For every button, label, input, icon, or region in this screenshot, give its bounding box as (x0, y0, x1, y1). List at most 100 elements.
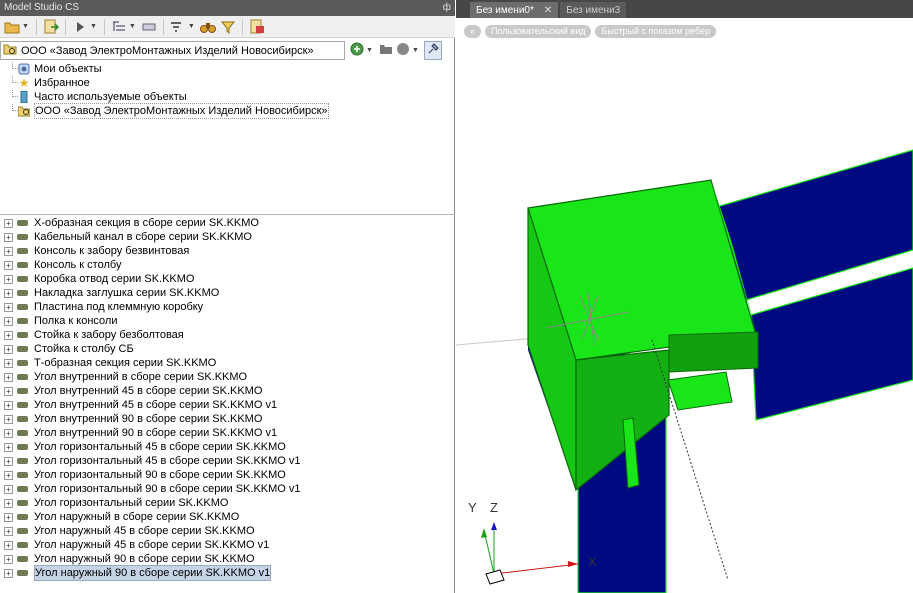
list-item[interactable]: + Угол горизонтальный 90 в сборе серии SK… (4, 468, 452, 482)
toolbar-separator (103, 18, 105, 35)
expand-icon[interactable]: + (4, 358, 13, 368)
cable-tray-icon (16, 373, 30, 382)
custom-view-button[interactable]: Пользовательский вид (485, 24, 592, 38)
list-item[interactable]: + Накладка заглушка серии SK.KKMO (4, 286, 452, 300)
list-item[interactable]: + Угол горизонтальный 45 в сборе серии SK… (4, 454, 452, 468)
expand-icon[interactable]: + (4, 484, 13, 494)
funnel-icon[interactable] (219, 18, 237, 36)
expand-icon[interactable]: + (4, 302, 13, 312)
list-item[interactable]: + Угол горизонтальный 45 в сборе серии SK… (4, 440, 452, 454)
toolbar-separator (64, 18, 66, 35)
list-item-label: Угол внутренний 45 в сборе серии SK.KKMO… (34, 399, 278, 411)
list-item[interactable]: + Кабельный канал в сборе серии SK.KKMO (4, 230, 452, 244)
cable-tray-icon (16, 471, 30, 480)
import-icon[interactable] (42, 18, 60, 36)
dropdown-arrow-icon[interactable]: ▼ (412, 47, 419, 54)
path-bar: ООО «Завод ЭлектроМонтажных Изделий Ново… (0, 41, 455, 60)
list-item[interactable]: + Угол внутренний 45 в сборе серии SK.KKM… (4, 398, 452, 412)
list-item[interactable]: + Угол внутренний 45 в сборе серии SK.KKM… (4, 384, 452, 398)
list-item[interactable]: + Т-образная секция серии SK.KKMO (4, 356, 452, 370)
expand-icon[interactable]: + (4, 442, 13, 452)
expand-icon[interactable]: + (4, 316, 13, 326)
expand-icon[interactable]: + (4, 512, 13, 522)
expand-icon[interactable]: + (4, 260, 13, 270)
tree-node-favorites[interactable]: ★ Избранное (4, 76, 444, 90)
expand-icon[interactable]: + (4, 232, 13, 242)
list-item[interactable]: + Угол внутренний в сборе серии SK.KKMO (4, 370, 452, 384)
viewport-toolbar: « Пользовательский вид Быстрый с показом… (456, 18, 913, 44)
tree-node-frequent[interactable]: Часто используемые объекты (4, 90, 444, 104)
expand-icon[interactable]: + (4, 414, 13, 424)
expand-icon[interactable]: + (4, 330, 13, 340)
list-item[interactable]: + Коробка отвод серии SK.KKMO (4, 272, 452, 286)
expand-icon[interactable]: + (4, 288, 13, 298)
list-item[interactable]: + Угол наружный 90 в сборе серии SK.KKMO (4, 552, 452, 566)
tree-node-label: ООО «Завод ЭлектроМонтажных Изделий Ново… (34, 103, 329, 119)
tree-view-icon[interactable] (110, 18, 128, 36)
expand-icon[interactable]: + (4, 246, 13, 256)
list-item[interactable]: + Стойка к забору безболтовая (4, 328, 452, 342)
circle-gray-icon[interactable] (396, 42, 410, 59)
list-item[interactable]: + X-образная секция в сборе серии SK.KKMO (4, 216, 452, 230)
expand-icon[interactable]: + (4, 470, 13, 480)
list-item-label: Коробка отвод серии SK.KKMO (34, 273, 195, 285)
cable-tray-icon (16, 485, 30, 494)
expand-icon[interactable]: + (4, 400, 13, 410)
list-item-label: Пластина под клеммную коробку (34, 301, 204, 313)
list-item[interactable]: + Полка к консоли (4, 314, 452, 328)
cable-tray-icon (16, 331, 30, 340)
3d-scene[interactable]: Y Z X (456, 0, 913, 593)
dropdown-arrow-icon[interactable]: ▼ (22, 23, 29, 30)
dropdown-arrow-icon[interactable]: ▼ (366, 47, 373, 54)
list-item[interactable]: + Угол наружный 90 в сборе серии SK.KKMO … (4, 565, 452, 581)
expand-icon[interactable]: + (4, 540, 13, 550)
list-icon[interactable] (140, 18, 158, 36)
list-item[interactable]: + Пластина под клеммную коробку (4, 300, 452, 314)
binoculars-icon[interactable] (199, 18, 217, 36)
tab-doc-3[interactable]: Без имени3 (560, 2, 627, 18)
panel-divider[interactable] (0, 214, 455, 215)
pin-tool-icon[interactable] (423, 41, 442, 60)
expand-icon[interactable]: + (4, 386, 13, 396)
folder-gray-icon[interactable] (379, 43, 393, 58)
tree-node-my-objects[interactable]: Мои объекты (4, 62, 444, 76)
list-item-label: Угол горизонтальный серии SK.KKMO (34, 497, 229, 509)
render-mode-button[interactable]: Быстрый с показом ребер (595, 24, 717, 38)
dropdown-arrow-icon[interactable]: ▼ (129, 23, 136, 30)
star-icon: ★ (18, 76, 30, 90)
path-field[interactable]: ООО «Завод ЭлектроМонтажных Изделий Ново… (0, 41, 345, 60)
list-item[interactable]: + Угол внутренний 90 в сборе серии SK.KKM… (4, 412, 452, 426)
filter-icon[interactable] (169, 18, 187, 36)
expand-icon[interactable]: + (4, 274, 13, 284)
expand-icon[interactable]: + (4, 526, 13, 536)
expand-icon[interactable]: + (4, 554, 13, 564)
pin-icon[interactable]: ф (443, 0, 451, 16)
cable-tray-icon (16, 247, 30, 256)
tab-doc-0[interactable]: Без имени0* ✕ (470, 2, 559, 18)
expand-icon[interactable]: + (4, 344, 13, 354)
export-icon[interactable] (248, 18, 266, 36)
close-icon[interactable]: ✕ (544, 3, 552, 18)
dropdown-arrow-icon[interactable]: ▼ (90, 23, 97, 30)
dropdown-arrow-icon[interactable]: ▼ (188, 23, 195, 30)
list-item[interactable]: + Угол наружный 45 в сборе серии SK.KKMO … (4, 538, 452, 552)
list-item[interactable]: + Угол наружный в сборе серии SK.KKMO (4, 510, 452, 524)
expand-icon[interactable]: + (4, 498, 13, 508)
expand-icon[interactable]: + (4, 456, 13, 466)
list-item[interactable]: + Угол наружный 45 в сборе серии SK.KKMO (4, 524, 452, 538)
expand-icon[interactable]: + (4, 372, 13, 382)
tree-node-company[interactable]: ООО «Завод ЭлектроМонтажных Изделий Ново… (4, 103, 444, 119)
expand-icon[interactable]: + (4, 428, 13, 438)
play-icon[interactable] (71, 18, 89, 36)
expand-icon[interactable]: + (4, 568, 13, 578)
list-item[interactable]: + Стойка к столбу СБ (4, 342, 452, 356)
list-item[interactable]: + Консоль к столбу (4, 258, 452, 272)
collapse-button[interactable]: « (464, 24, 482, 38)
list-item[interactable]: + Консоль к забору безвинтовая (4, 244, 452, 258)
list-item[interactable]: + Угол внутренний 90 в сборе серии SK.KKM… (4, 426, 452, 440)
add-circle-icon[interactable] (350, 42, 364, 59)
folder-open-icon[interactable] (3, 18, 21, 36)
list-item[interactable]: + Угол горизонтальный серии SK.KKMO (4, 496, 452, 510)
list-item[interactable]: + Угол горизонтальный 90 в сборе серии SK… (4, 482, 452, 496)
expand-icon[interactable]: + (4, 218, 13, 228)
